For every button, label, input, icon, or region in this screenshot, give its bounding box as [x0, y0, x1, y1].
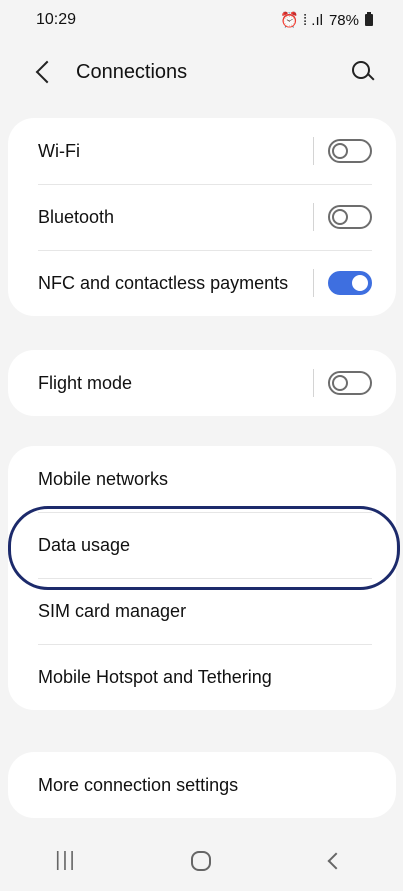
- wifi-toggle[interactable]: [328, 139, 372, 163]
- divider: [313, 369, 314, 397]
- battery-icon: [365, 12, 373, 26]
- toggle-knob: [332, 143, 348, 159]
- toggle-knob: [352, 275, 368, 291]
- mobile-networks-row[interactable]: Mobile networks: [8, 446, 396, 512]
- flight-mode-toggle[interactable]: [328, 371, 372, 395]
- connections-card-3: Mobile networks Data usage SIM card mana…: [8, 446, 396, 710]
- bluetooth-row[interactable]: Bluetooth: [8, 184, 396, 250]
- recent-apps-icon[interactable]: [47, 841, 87, 881]
- connections-card-2: Flight mode: [8, 350, 396, 416]
- bluetooth-toggle[interactable]: [328, 205, 372, 229]
- nfc-label: NFC and contactless payments: [38, 272, 289, 293]
- back-icon[interactable]: [32, 59, 58, 85]
- mobile-networks-label: Mobile networks: [38, 468, 169, 489]
- divider: [313, 269, 314, 297]
- flight-mode-row[interactable]: Flight mode: [8, 350, 396, 416]
- mobile-hotspot-label: Mobile Hotspot and Tethering: [38, 666, 272, 687]
- wifi-row[interactable]: Wi-Fi: [8, 118, 396, 184]
- more-connection-settings-label: More connection settings: [38, 774, 239, 795]
- wifi-label: Wi-Fi: [38, 140, 80, 161]
- status-indicators: ⏰ ⁞ .ıl 78%: [280, 11, 373, 29]
- data-usage-label: Data usage: [38, 534, 131, 555]
- nfc-toggle[interactable]: [328, 271, 372, 295]
- header: Connections: [0, 48, 403, 96]
- status-bar: 10:29 ⏰ ⁞ .ıl 78%: [0, 0, 403, 40]
- more-connection-settings-row[interactable]: More connection settings: [8, 752, 396, 818]
- back-nav-icon[interactable]: [316, 841, 356, 881]
- connections-card-4: More connection settings: [8, 752, 396, 818]
- page-title: Connections: [76, 60, 188, 83]
- navigation-bar: [0, 831, 403, 891]
- status-time: 10:29: [36, 11, 77, 28]
- mobile-hotspot-row[interactable]: Mobile Hotspot and Tethering: [8, 644, 396, 710]
- sim-card-manager-label: SIM card manager: [38, 600, 187, 621]
- toggle-knob: [332, 209, 348, 225]
- status-icons-text: ⏰ ⁞ .ıl: [280, 12, 323, 29]
- divider: [313, 137, 314, 165]
- connections-card-1: Wi-Fi Bluetooth NFC and contactless paym…: [8, 118, 396, 316]
- flight-mode-label: Flight mode: [38, 372, 133, 393]
- toggle-knob: [332, 375, 348, 391]
- search-icon[interactable]: [349, 58, 377, 86]
- divider: [313, 203, 314, 231]
- data-usage-row[interactable]: Data usage: [8, 512, 396, 578]
- nfc-row[interactable]: NFC and contactless payments: [8, 250, 396, 316]
- bluetooth-label: Bluetooth: [38, 206, 115, 227]
- home-icon[interactable]: [181, 841, 221, 881]
- sim-card-manager-row[interactable]: SIM card manager: [8, 578, 396, 644]
- battery-percent: 78%: [328, 11, 359, 29]
